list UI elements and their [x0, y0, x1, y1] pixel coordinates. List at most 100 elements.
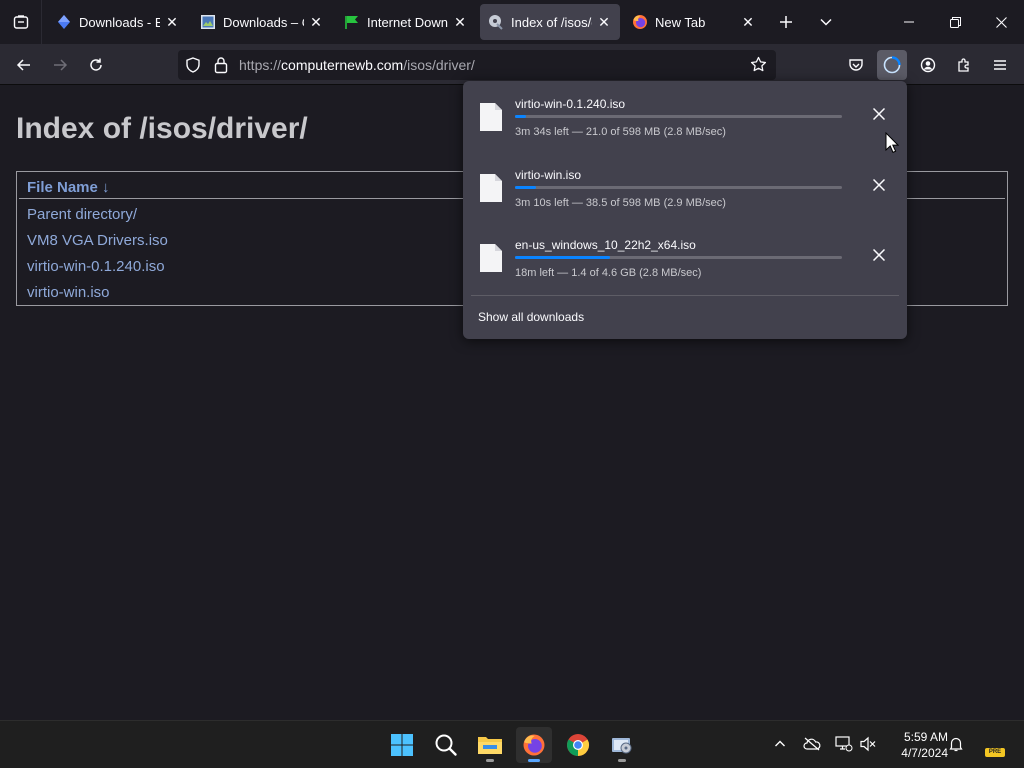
clock-date: 4/7/2024: [901, 746, 948, 760]
close-icon[interactable]: ✕: [308, 14, 324, 30]
navigation-toolbar: https://computernewb.com/isos/driver/: [0, 44, 1024, 85]
close-window-button[interactable]: [978, 0, 1024, 44]
cloud-offline-icon: [803, 737, 821, 751]
download-item[interactable]: virtio-win.iso 3m 10s left — 38.5 of 598…: [463, 164, 907, 230]
reload-button[interactable]: [81, 50, 111, 80]
start-button[interactable]: [384, 727, 420, 763]
speaker-muted-icon: [860, 736, 876, 752]
tab-downloads-or[interactable]: Downloads – Or ✕: [192, 4, 332, 40]
download-filename: virtio-win-0.1.240.iso: [515, 97, 626, 111]
clock-time: 5:59 AM: [903, 730, 948, 744]
download-item[interactable]: virtio-win-0.1.240.iso 3m 34s left — 21.…: [463, 93, 907, 159]
taskbar-clock[interactable]: 5:59 AM 4/7/2024: [880, 729, 948, 761]
forward-button[interactable]: [45, 50, 75, 80]
search-button[interactable]: [428, 727, 464, 763]
bell-icon: [949, 737, 963, 752]
back-button[interactable]: [9, 50, 39, 80]
minimize-icon: [904, 21, 914, 23]
lock-icon[interactable]: [213, 56, 229, 79]
list-all-tabs-button[interactable]: [0, 0, 42, 44]
url-text[interactable]: https://computernewb.com/isos/driver/: [239, 57, 475, 73]
disc-app-icon: [612, 738, 632, 754]
blue-diamond-icon: [56, 14, 72, 30]
account-button[interactable]: [913, 50, 943, 80]
file-link-vm8-vga-drivers[interactable]: VM8 VGA Drivers.iso: [27, 232, 168, 249]
download-progress-icon: [883, 56, 901, 74]
tab-new-tab[interactable]: New Tab ✕: [624, 4, 764, 40]
cancel-download-button[interactable]: [869, 245, 889, 265]
tab-downloads-bo[interactable]: Downloads - Bo ✕: [48, 4, 188, 40]
image-icon: [200, 14, 216, 30]
taskbar: 5:59 AM 4/7/2024 PRE: [0, 720, 1024, 768]
disc-icon: [488, 14, 504, 30]
close-icon[interactable]: ✕: [452, 14, 468, 30]
pocket-icon: [849, 59, 863, 71]
show-all-downloads-button[interactable]: Show all downloads: [478, 310, 584, 324]
panel-divider: [471, 295, 899, 296]
download-progress-bar: [515, 256, 842, 259]
arrow-right-icon: [54, 59, 68, 71]
download-progress-fill: [515, 256, 610, 259]
close-icon: [873, 249, 885, 261]
hamburger-menu-icon: [994, 60, 1006, 70]
minimize-button[interactable]: [886, 0, 932, 44]
pocket-button[interactable]: [841, 50, 871, 80]
close-icon[interactable]: ✕: [740, 14, 756, 30]
close-icon[interactable]: ✕: [596, 14, 612, 30]
tab-overflow-button[interactable]: [812, 8, 840, 36]
extensions-button[interactable]: [949, 50, 979, 80]
restore-button[interactable]: [932, 0, 978, 44]
plus-icon: [780, 16, 792, 28]
network-tray-icon[interactable]: [833, 733, 855, 755]
puzzle-piece-icon: [958, 58, 969, 72]
file-icon: [480, 244, 502, 272]
restore-icon: [949, 16, 961, 28]
tab-internet-download[interactable]: Internet Downlo ✕: [336, 4, 476, 40]
file-icon: [480, 174, 502, 202]
download-item[interactable]: en-us_windows_10_22h2_x64.iso 18m left —…: [463, 234, 907, 300]
chevron-up-icon: [775, 740, 785, 747]
tab-title: Downloads – Or: [223, 14, 304, 30]
tab-index-of-isos[interactable]: Index of /isos/dr ✕: [480, 4, 620, 40]
firefox-taskbar-button[interactable]: [516, 727, 552, 763]
download-status: 3m 10s left — 38.5 of 598 MB (2.9 MB/sec…: [515, 197, 726, 209]
page-title: Index of /isos/driver/: [16, 112, 308, 145]
bookmark-star-icon[interactable]: [750, 56, 767, 78]
column-header-file-name[interactable]: File Name ↓: [27, 179, 110, 196]
download-progress-bar: [515, 186, 842, 189]
chevron-down-icon: [820, 18, 832, 26]
volume-tray-icon[interactable]: [857, 733, 879, 755]
firefox-icon: [523, 734, 545, 756]
tab-strip: Downloads - Bo ✕ Downloads – Or ✕ Intern…: [0, 0, 1024, 44]
cancel-download-button[interactable]: [869, 175, 889, 195]
firefox-icon: [632, 14, 648, 30]
app-taskbar-button[interactable]: [604, 727, 640, 763]
search-icon: [435, 734, 457, 756]
show-hidden-icons-button[interactable]: [769, 733, 791, 755]
onedrive-tray-icon[interactable]: [801, 733, 823, 755]
notifications-button[interactable]: [945, 733, 967, 755]
tab-title: Downloads - Bo: [79, 14, 160, 30]
cancel-download-button[interactable]: [869, 104, 889, 124]
download-progress-fill: [515, 115, 527, 118]
file-explorer-button[interactable]: [472, 727, 508, 763]
chrome-taskbar-button[interactable]: [560, 727, 596, 763]
tracking-protection-shield-icon[interactable]: [185, 57, 201, 78]
tab-list-icon: [13, 15, 28, 29]
download-filename: virtio-win.iso: [515, 168, 582, 182]
close-icon[interactable]: ✕: [164, 14, 180, 30]
folder-icon: [478, 737, 502, 754]
close-icon: [995, 16, 1007, 28]
windows-logo-icon: [391, 734, 413, 756]
file-link-parent-directory[interactable]: Parent directory/: [27, 206, 137, 223]
file-link-virtio-win[interactable]: virtio-win.iso: [27, 284, 110, 301]
download-progress-bar: [515, 115, 842, 118]
file-link-virtio-win-0-1-240[interactable]: virtio-win-0.1.240.iso: [27, 258, 165, 275]
download-progress-fill: [515, 186, 536, 189]
application-menu-button[interactable]: [985, 50, 1015, 80]
file-icon: [480, 103, 502, 131]
downloads-button[interactable]: [877, 50, 907, 80]
new-tab-button[interactable]: [772, 8, 800, 36]
arrow-left-icon: [16, 59, 30, 71]
url-bar[interactable]: https://computernewb.com/isos/driver/: [178, 50, 776, 80]
